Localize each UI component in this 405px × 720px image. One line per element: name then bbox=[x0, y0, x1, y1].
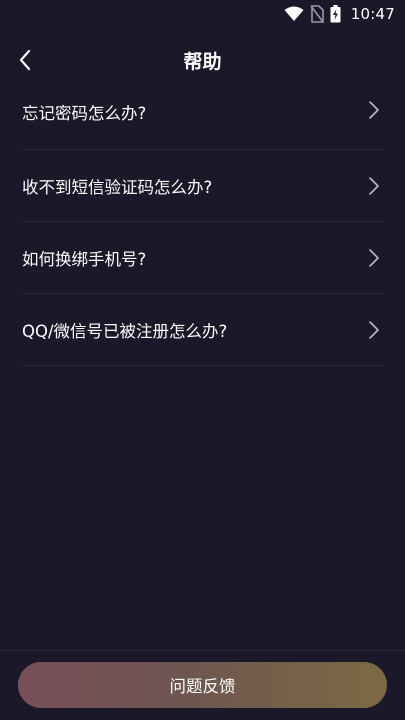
faq-item-no-sms-code[interactable]: 收不到短信验证码怎么办? bbox=[22, 150, 383, 222]
page-title: 帮助 bbox=[183, 50, 222, 73]
back-button[interactable] bbox=[10, 42, 40, 78]
faq-item-label: 如何换绑手机号? bbox=[22, 249, 147, 269]
faq-list: 忘记密码怎么办? 收不到短信验证码怎么办? 如何换绑手机号? QQ/微信号已被注… bbox=[22, 78, 383, 366]
status-bar: 10:47 bbox=[0, 0, 405, 28]
no-sim-icon bbox=[310, 5, 324, 23]
chevron-right-icon bbox=[369, 176, 379, 195]
faq-item-label: 忘记密码怎么办? bbox=[22, 104, 147, 123]
chevron-right-icon bbox=[369, 320, 379, 339]
chevron-right-icon bbox=[369, 248, 379, 267]
bottom-divider bbox=[0, 650, 405, 651]
faq-item-account-registered[interactable]: QQ/微信号已被注册怎么办? bbox=[22, 294, 383, 366]
status-time: 10:47 bbox=[350, 5, 395, 23]
wifi-icon bbox=[284, 6, 304, 21]
nav-bar: 帮助 bbox=[0, 38, 405, 82]
feedback-button[interactable]: 问题反馈 bbox=[18, 662, 387, 708]
chevron-left-icon bbox=[19, 49, 31, 71]
feedback-button-label: 问题反馈 bbox=[169, 677, 236, 696]
chevron-right-icon bbox=[369, 101, 379, 119]
faq-item-label: 收不到短信验证码怎么办? bbox=[22, 177, 213, 197]
faq-item-forgot-password[interactable]: 忘记密码怎么办? bbox=[22, 78, 383, 150]
faq-item-change-phone[interactable]: 如何换绑手机号? bbox=[22, 222, 383, 294]
faq-item-label: QQ/微信号已被注册怎么办? bbox=[22, 321, 228, 341]
battery-charging-icon bbox=[330, 5, 341, 23]
